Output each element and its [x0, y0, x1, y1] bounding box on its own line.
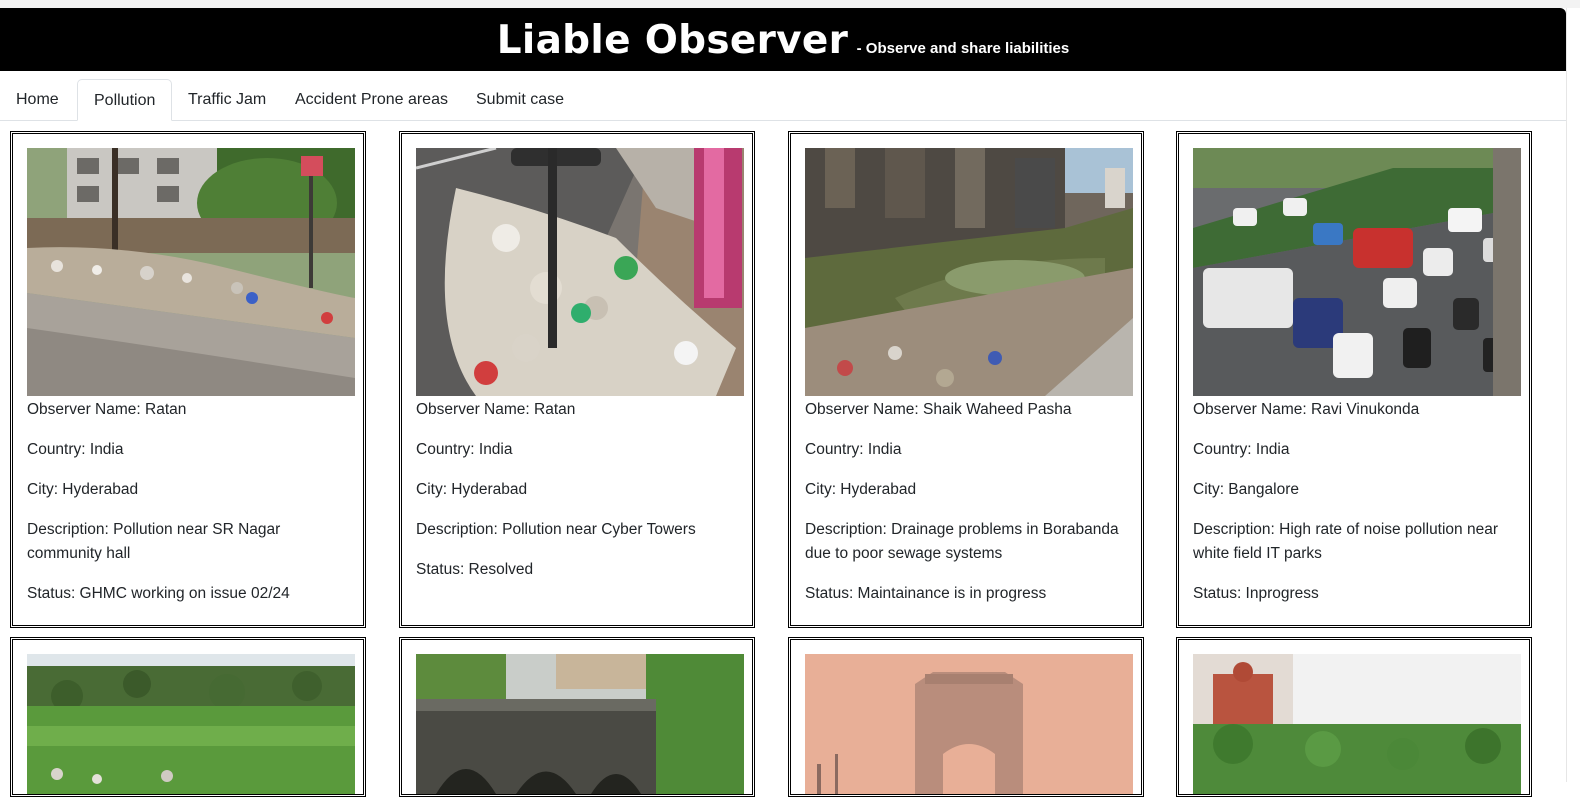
observer-name: Observer Name: Shaik Waheed Pasha — [805, 401, 1072, 418]
description: Description: Drainage problems in Boraba… — [805, 521, 1119, 562]
case-info: Observer Name: Ravi Vinukonda Country: I… — [1193, 398, 1515, 622]
observer-name: Observer Name: Ravi Vinukonda — [1193, 401, 1420, 418]
site-title: Liable Observer — [496, 18, 849, 63]
site-header: Liable Observer - Observe and share liab… — [0, 8, 1566, 71]
city: City: Hyderabad — [416, 481, 528, 498]
tab-home[interactable]: Home — [0, 79, 75, 121]
country: Country: India — [27, 441, 124, 458]
old-bridge-photo — [416, 654, 744, 794]
smog-monument-photo — [805, 654, 1133, 794]
case-card: Observer Name: Ratan Country: India City… — [399, 131, 755, 628]
tab-submit-case[interactable]: Submit case — [460, 79, 580, 121]
status: Status: GHMC working on issue 02/24 — [27, 585, 290, 602]
site-tagline: - Observe and share liabilities — [856, 40, 1070, 57]
observer-name: Observer Name: Ratan — [27, 401, 187, 418]
tab-accident-prone-areas[interactable]: Accident Prone areas — [279, 79, 464, 121]
nav-tabs: Home Pollution Traffic Jam Accident Pron… — [0, 79, 1566, 121]
case-card: Observer Name: Ravi Vinukonda Country: I… — [1176, 131, 1532, 628]
tab-pollution[interactable]: Pollution — [77, 79, 173, 121]
case-card: Observer Name: Ratan Country: India City… — [10, 131, 366, 628]
status: Status: Maintainance is in progress — [805, 585, 1047, 602]
case-card: Observer Name: Shaik Waheed Pasha Countr… — [788, 131, 1144, 628]
tab-traffic-jam[interactable]: Traffic Jam — [172, 79, 282, 121]
roadside-garbage-photo — [27, 148, 355, 396]
green-field-photo — [27, 654, 355, 794]
polluted-drain-photo — [805, 148, 1133, 396]
garbage-pile-sidewalk-photo — [416, 148, 744, 396]
case-info: Observer Name: Shaik Waheed Pasha Countr… — [805, 398, 1127, 622]
country: Country: India — [805, 441, 902, 458]
river-building-photo — [1193, 654, 1521, 794]
description: Description: High rate of noise pollutio… — [1193, 521, 1499, 562]
description: Description: Pollution near SR Nagar com… — [27, 521, 281, 562]
browser-top-strip — [0, 0, 1580, 8]
page-scrollbar[interactable] — [1566, 8, 1580, 782]
city: City: Hyderabad — [27, 481, 139, 498]
city: City: Hyderabad — [805, 481, 917, 498]
status: Status: Resolved — [416, 561, 534, 578]
case-info: Observer Name: Ratan Country: India City… — [416, 398, 738, 598]
country: Country: India — [416, 441, 513, 458]
country: Country: India — [1193, 441, 1290, 458]
city: City: Bangalore — [1193, 481, 1299, 498]
case-card — [399, 637, 755, 797]
traffic-jam-photo — [1193, 148, 1521, 396]
case-card — [10, 637, 366, 797]
case-card — [788, 637, 1144, 797]
observer-name: Observer Name: Ratan — [416, 401, 576, 418]
description: Description: Pollution near Cyber Towers — [416, 521, 696, 538]
case-info: Observer Name: Ratan Country: India City… — [27, 398, 349, 622]
status: Status: Inprogress — [1193, 585, 1319, 602]
case-card — [1176, 637, 1532, 797]
